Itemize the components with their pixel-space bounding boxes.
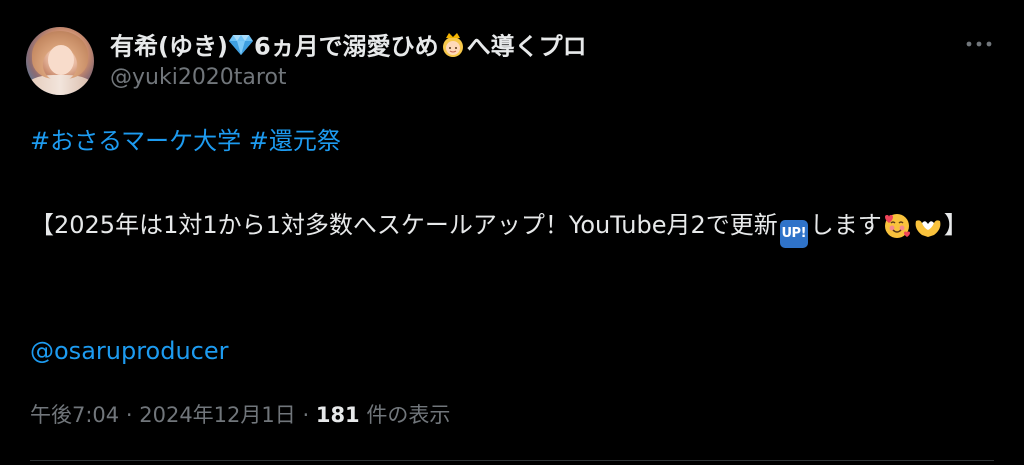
avatar-face: [48, 45, 74, 75]
hashtag-link-osaru[interactable]: #おさるマーケ大学: [30, 127, 241, 155]
tweet-card: 有希(ゆき) 6ヵ月で溺愛ひめ へ導くプロ @yuki2020tarot #おさるマ…: [0, 0, 1024, 465]
display-name[interactable]: 有希(ゆき) 6ヵ月で溺愛ひめ へ導くプロ: [110, 30, 587, 63]
meta-separator: ·: [125, 403, 133, 427]
user-handle[interactable]: @yuki2020tarot: [110, 64, 287, 92]
tweet-date[interactable]: 2024年12月1日: [139, 403, 296, 427]
princess-icon: [439, 30, 467, 65]
heart-hands-icon: [912, 213, 944, 248]
more-options-icon: [966, 41, 992, 47]
mention-link[interactable]: @osaruproducer: [30, 337, 229, 365]
hashtag-link-kangensai[interactable]: #還元祭: [249, 127, 341, 155]
up-badge-icon: UP!: [779, 220, 808, 248]
tweet-time[interactable]: 午後7:04: [30, 403, 119, 427]
tweet-text-part1: 【2025年は1対1から1対多数へスケールアップ！YouTube月2で更新: [30, 211, 778, 239]
display-name-part2: 6ヵ月で溺愛ひめ: [253, 32, 439, 61]
tweet-text-part2: します: [809, 211, 882, 239]
tweet-meta: 午後7:04 · 2024年12月1日 · 181 件の表示: [30, 400, 450, 430]
tweet-text: 【2025年は1対1から1対多数へスケールアップ！YouTube月2で更新 UP!…: [30, 208, 1000, 248]
mention-line: @osaruproducer: [30, 334, 1000, 368]
tweet-text-part3: 】: [943, 211, 968, 239]
meta-separator: ·: [302, 403, 310, 427]
smiling-face-with-hearts-icon: [882, 211, 912, 248]
view-count: 181: [315, 403, 360, 427]
hashtag-line: #おさるマーケ大学 #還元祭: [30, 124, 1000, 158]
avatar[interactable]: [26, 27, 94, 95]
display-name-part3: へ導くプロ: [466, 32, 587, 61]
view-label: 件の表示: [366, 403, 451, 427]
display-name-part1: 有希(ゆき): [110, 32, 228, 61]
more-options-button[interactable]: [964, 32, 994, 56]
divider: [30, 460, 994, 461]
gem-icon: [228, 33, 254, 63]
